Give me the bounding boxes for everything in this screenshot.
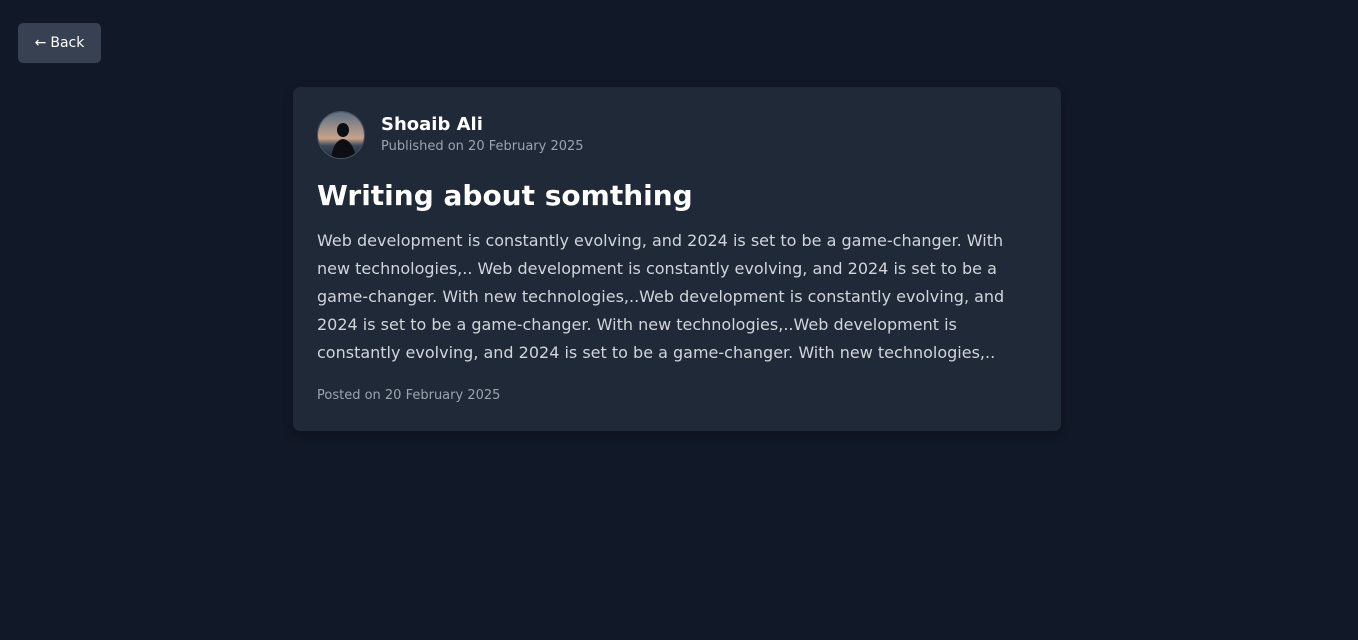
post-card: Shoaib Ali Published on 20 February 2025… (293, 87, 1061, 431)
published-date: Published on 20 February 2025 (381, 139, 584, 154)
author-row: Shoaib Ali Published on 20 February 2025 (317, 111, 1037, 159)
author-meta: Shoaib Ali Published on 20 February 2025 (381, 114, 584, 156)
posted-date: Posted on 20 February 2025 (317, 388, 501, 403)
avatar[interactable] (317, 111, 365, 159)
back-button[interactable]: ← Back (18, 23, 101, 63)
author-name[interactable]: Shoaib Ali (381, 114, 584, 136)
post-title: Writing about somthing (317, 179, 693, 212)
back-button-label: Back (50, 35, 85, 51)
post-body: Web development is constantly evolving, … (317, 231, 1005, 362)
arrow-left-icon: ← (34, 35, 47, 51)
avatar-silhouette-icon (318, 112, 364, 158)
